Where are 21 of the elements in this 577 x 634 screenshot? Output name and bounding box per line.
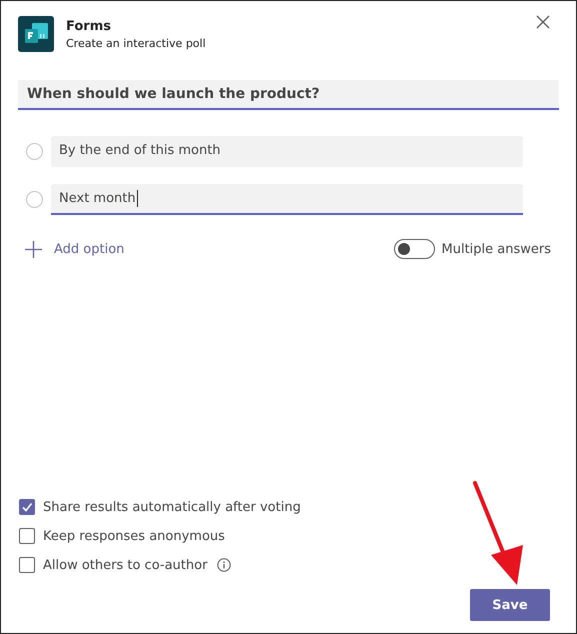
close-button[interactable] <box>535 14 551 30</box>
checkbox-label: Allow others to co-author <box>43 558 208 572</box>
option-radio[interactable] <box>26 143 43 160</box>
save-button[interactable]: Save <box>470 589 550 621</box>
option-field[interactable]: Next month <box>51 184 523 215</box>
checkbox[interactable] <box>19 528 35 544</box>
option-field[interactable]: By the end of this month <box>51 136 523 167</box>
checkbox[interactable] <box>19 499 35 515</box>
checkbox[interactable] <box>19 557 35 573</box>
add-option-button[interactable]: Add option <box>25 240 124 258</box>
app-title: Forms <box>66 18 112 34</box>
question-field[interactable]: When should we launch the product? <box>18 80 559 110</box>
option-radio[interactable] <box>26 191 43 208</box>
checkbox-label: Keep responses anonymous <box>43 528 225 544</box>
checkbox-label: Share results automatically after voting <box>43 500 301 514</box>
toggle-label: Multiple answers <box>442 242 551 256</box>
plus-icon <box>25 240 42 258</box>
multiple-answers-toggle[interactable] <box>394 239 434 259</box>
info-icon[interactable] <box>217 558 232 572</box>
forms-app-icon <box>18 16 54 52</box>
app-subtitle: Create an interactive poll <box>66 36 207 50</box>
